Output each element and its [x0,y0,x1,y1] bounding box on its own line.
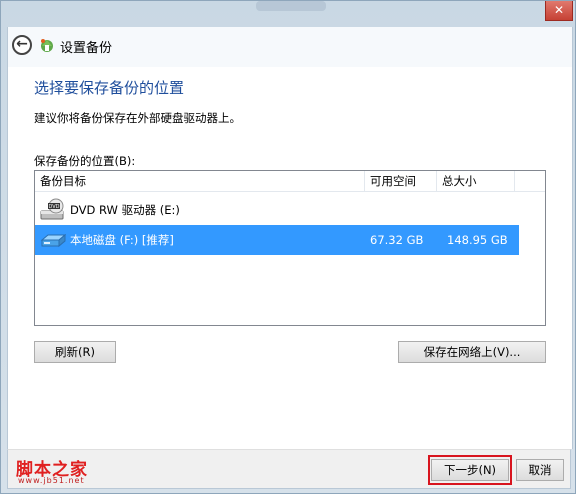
refresh-button[interactable]: 刷新(R) [34,341,116,363]
backup-destination-list[interactable]: 备份目标 可用空间 总大小 DVD DVD RW 驱动器 (E:) 本地磁盘 (… [34,170,546,326]
titlebar-decoration [256,1,326,11]
list-item-selected[interactable]: 本地磁盘 (F:) [推荐] 67.32 GB 148.95 GB [35,225,519,255]
column-header-destination[interactable]: 备份目标 [35,171,365,191]
dvd-drive-icon: DVD [40,198,64,220]
svg-text:DVD: DVD [48,204,59,210]
location-label: 保存备份的位置(B): [34,154,136,168]
dialog-window: ✕ ← 设置备份 选择要保存备份的位置 建议你将备份保存在外部硬盘驱动器上。 保… [0,0,576,494]
save-on-network-button[interactable]: 保存在网络上(V)... [398,341,546,363]
main-content: 选择要保存备份的位置 建议你将备份保存在外部硬盘驱动器上。 保存备份的位置(B)… [7,67,573,449]
cancel-button[interactable]: 取消 [516,459,564,481]
dialog-header: ← 设置备份 [7,27,573,67]
instruction-text: 建议你将备份保存在外部硬盘驱动器上。 [34,111,241,125]
close-button[interactable]: ✕ [545,1,573,21]
column-header-total-size[interactable]: 总大小 [437,171,515,191]
list-item[interactable]: DVD DVD RW 驱动器 (E:) [35,195,519,225]
drive-free-space: 67.32 GB [370,233,424,247]
next-button-highlight [428,455,512,485]
drive-name: DVD RW 驱动器 (E:) [70,203,180,217]
section-heading: 选择要保存备份的位置 [34,79,185,97]
hard-disk-icon [40,233,66,248]
watermark-url: www.jb51.net [18,476,85,485]
drive-name: 本地磁盘 (F:) [推荐] [70,233,174,247]
close-icon: ✕ [553,3,565,17]
backup-app-icon [41,39,53,52]
drive-total-size: 148.95 GB [447,233,508,247]
back-button[interactable]: ← [12,35,32,55]
column-header-free-space[interactable]: 可用空间 [365,171,437,191]
back-arrow-icon: ← [16,36,28,52]
page-title: 设置备份 [60,41,113,56]
list-column-header: 备份目标 可用空间 总大小 [35,171,545,192]
dialog-footer: 脚本之家 www.jb51.net 下一步(N) 取消 [7,449,571,489]
